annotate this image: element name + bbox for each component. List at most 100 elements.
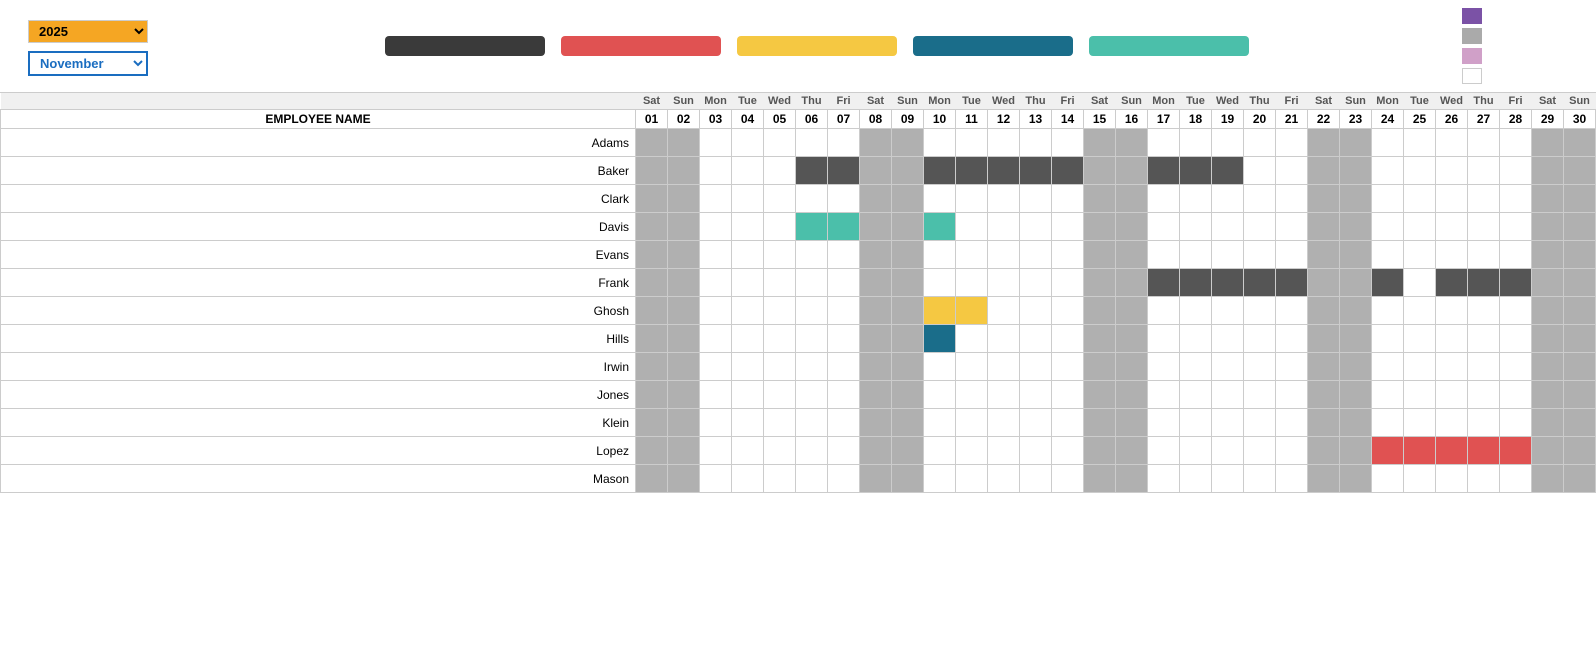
cell-evans-day07[interactable]: [828, 241, 860, 269]
cell-clark-day25[interactable]: [1404, 185, 1436, 213]
cell-lopez-day02[interactable]: [668, 437, 700, 465]
cell-mason-day11[interactable]: [956, 465, 988, 493]
cell-ghosh-day29[interactable]: [1532, 297, 1564, 325]
cell-adams-day22[interactable]: [1308, 129, 1340, 157]
cell-frank-day04[interactable]: [732, 269, 764, 297]
cell-mason-day19[interactable]: [1212, 465, 1244, 493]
cell-ghosh-day30[interactable]: [1564, 297, 1596, 325]
cell-davis-day13[interactable]: [1020, 213, 1052, 241]
cell-irwin-day13[interactable]: [1020, 353, 1052, 381]
cell-baker-day07[interactable]: [828, 157, 860, 185]
cell-lopez-day30[interactable]: [1564, 437, 1596, 465]
cell-jones-day23[interactable]: [1340, 381, 1372, 409]
cell-mason-day26[interactable]: [1436, 465, 1468, 493]
cell-mason-day20[interactable]: [1244, 465, 1276, 493]
cell-frank-day12[interactable]: [988, 269, 1020, 297]
cell-klein-day28[interactable]: [1500, 409, 1532, 437]
cell-adams-day25[interactable]: [1404, 129, 1436, 157]
cell-adams-day18[interactable]: [1180, 129, 1212, 157]
cell-clark-day19[interactable]: [1212, 185, 1244, 213]
cell-mason-day24[interactable]: [1372, 465, 1404, 493]
cell-evans-day18[interactable]: [1180, 241, 1212, 269]
cell-hills-day30[interactable]: [1564, 325, 1596, 353]
cell-lopez-day21[interactable]: [1276, 437, 1308, 465]
cell-hills-day10[interactable]: [924, 325, 956, 353]
cell-clark-day17[interactable]: [1148, 185, 1180, 213]
cell-lopez-day28[interactable]: [1500, 437, 1532, 465]
cell-adams-day11[interactable]: [956, 129, 988, 157]
cell-clark-day13[interactable]: [1020, 185, 1052, 213]
cell-irwin-day12[interactable]: [988, 353, 1020, 381]
cell-evans-day15[interactable]: [1084, 241, 1116, 269]
cell-irwin-day25[interactable]: [1404, 353, 1436, 381]
cell-hills-day15[interactable]: [1084, 325, 1116, 353]
cell-davis-day06[interactable]: [796, 213, 828, 241]
cell-evans-day12[interactable]: [988, 241, 1020, 269]
cell-baker-day13[interactable]: [1020, 157, 1052, 185]
cell-clark-day28[interactable]: [1500, 185, 1532, 213]
cell-jones-day16[interactable]: [1116, 381, 1148, 409]
cell-lopez-day18[interactable]: [1180, 437, 1212, 465]
cell-lopez-day04[interactable]: [732, 437, 764, 465]
cell-ghosh-day11[interactable]: [956, 297, 988, 325]
cell-baker-day09[interactable]: [892, 157, 924, 185]
cell-irwin-day23[interactable]: [1340, 353, 1372, 381]
cell-klein-day17[interactable]: [1148, 409, 1180, 437]
cell-lopez-day03[interactable]: [700, 437, 732, 465]
cell-baker-day21[interactable]: [1276, 157, 1308, 185]
cell-ghosh-day10[interactable]: [924, 297, 956, 325]
cell-frank-day07[interactable]: [828, 269, 860, 297]
cell-davis-day05[interactable]: [764, 213, 796, 241]
cell-irwin-day24[interactable]: [1372, 353, 1404, 381]
cell-mason-day07[interactable]: [828, 465, 860, 493]
cell-ghosh-day19[interactable]: [1212, 297, 1244, 325]
cell-irwin-day01[interactable]: [636, 353, 668, 381]
cell-adams-day30[interactable]: [1564, 129, 1596, 157]
cell-clark-day07[interactable]: [828, 185, 860, 213]
cell-lopez-day09[interactable]: [892, 437, 924, 465]
cell-evans-day02[interactable]: [668, 241, 700, 269]
cell-lopez-day05[interactable]: [764, 437, 796, 465]
cell-hills-day27[interactable]: [1468, 325, 1500, 353]
cell-frank-day26[interactable]: [1436, 269, 1468, 297]
cell-klein-day22[interactable]: [1308, 409, 1340, 437]
cell-adams-day24[interactable]: [1372, 129, 1404, 157]
cell-davis-day14[interactable]: [1052, 213, 1084, 241]
cell-hills-day20[interactable]: [1244, 325, 1276, 353]
cell-adams-day02[interactable]: [668, 129, 700, 157]
cell-klein-day10[interactable]: [924, 409, 956, 437]
cell-hills-day25[interactable]: [1404, 325, 1436, 353]
cell-clark-day24[interactable]: [1372, 185, 1404, 213]
cell-frank-day21[interactable]: [1276, 269, 1308, 297]
cell-frank-day30[interactable]: [1564, 269, 1596, 297]
cell-clark-day14[interactable]: [1052, 185, 1084, 213]
cell-jones-day03[interactable]: [700, 381, 732, 409]
cell-jones-day20[interactable]: [1244, 381, 1276, 409]
cell-clark-day05[interactable]: [764, 185, 796, 213]
cell-ghosh-day25[interactable]: [1404, 297, 1436, 325]
cell-adams-day12[interactable]: [988, 129, 1020, 157]
cell-mason-day18[interactable]: [1180, 465, 1212, 493]
cell-adams-day07[interactable]: [828, 129, 860, 157]
cell-mason-day03[interactable]: [700, 465, 732, 493]
cell-lopez-day27[interactable]: [1468, 437, 1500, 465]
cell-klein-day06[interactable]: [796, 409, 828, 437]
cell-clark-day11[interactable]: [956, 185, 988, 213]
cell-ghosh-day12[interactable]: [988, 297, 1020, 325]
cell-davis-day24[interactable]: [1372, 213, 1404, 241]
cell-adams-day04[interactable]: [732, 129, 764, 157]
cell-baker-day15[interactable]: [1084, 157, 1116, 185]
cell-lopez-day11[interactable]: [956, 437, 988, 465]
cell-baker-day27[interactable]: [1468, 157, 1500, 185]
cell-baker-day02[interactable]: [668, 157, 700, 185]
cell-davis-day19[interactable]: [1212, 213, 1244, 241]
cell-frank-day15[interactable]: [1084, 269, 1116, 297]
cell-hills-day22[interactable]: [1308, 325, 1340, 353]
cell-ghosh-day22[interactable]: [1308, 297, 1340, 325]
cell-clark-day23[interactable]: [1340, 185, 1372, 213]
cell-lopez-day07[interactable]: [828, 437, 860, 465]
cell-evans-day09[interactable]: [892, 241, 924, 269]
cell-frank-day08[interactable]: [860, 269, 892, 297]
cell-davis-day20[interactable]: [1244, 213, 1276, 241]
cell-davis-day27[interactable]: [1468, 213, 1500, 241]
